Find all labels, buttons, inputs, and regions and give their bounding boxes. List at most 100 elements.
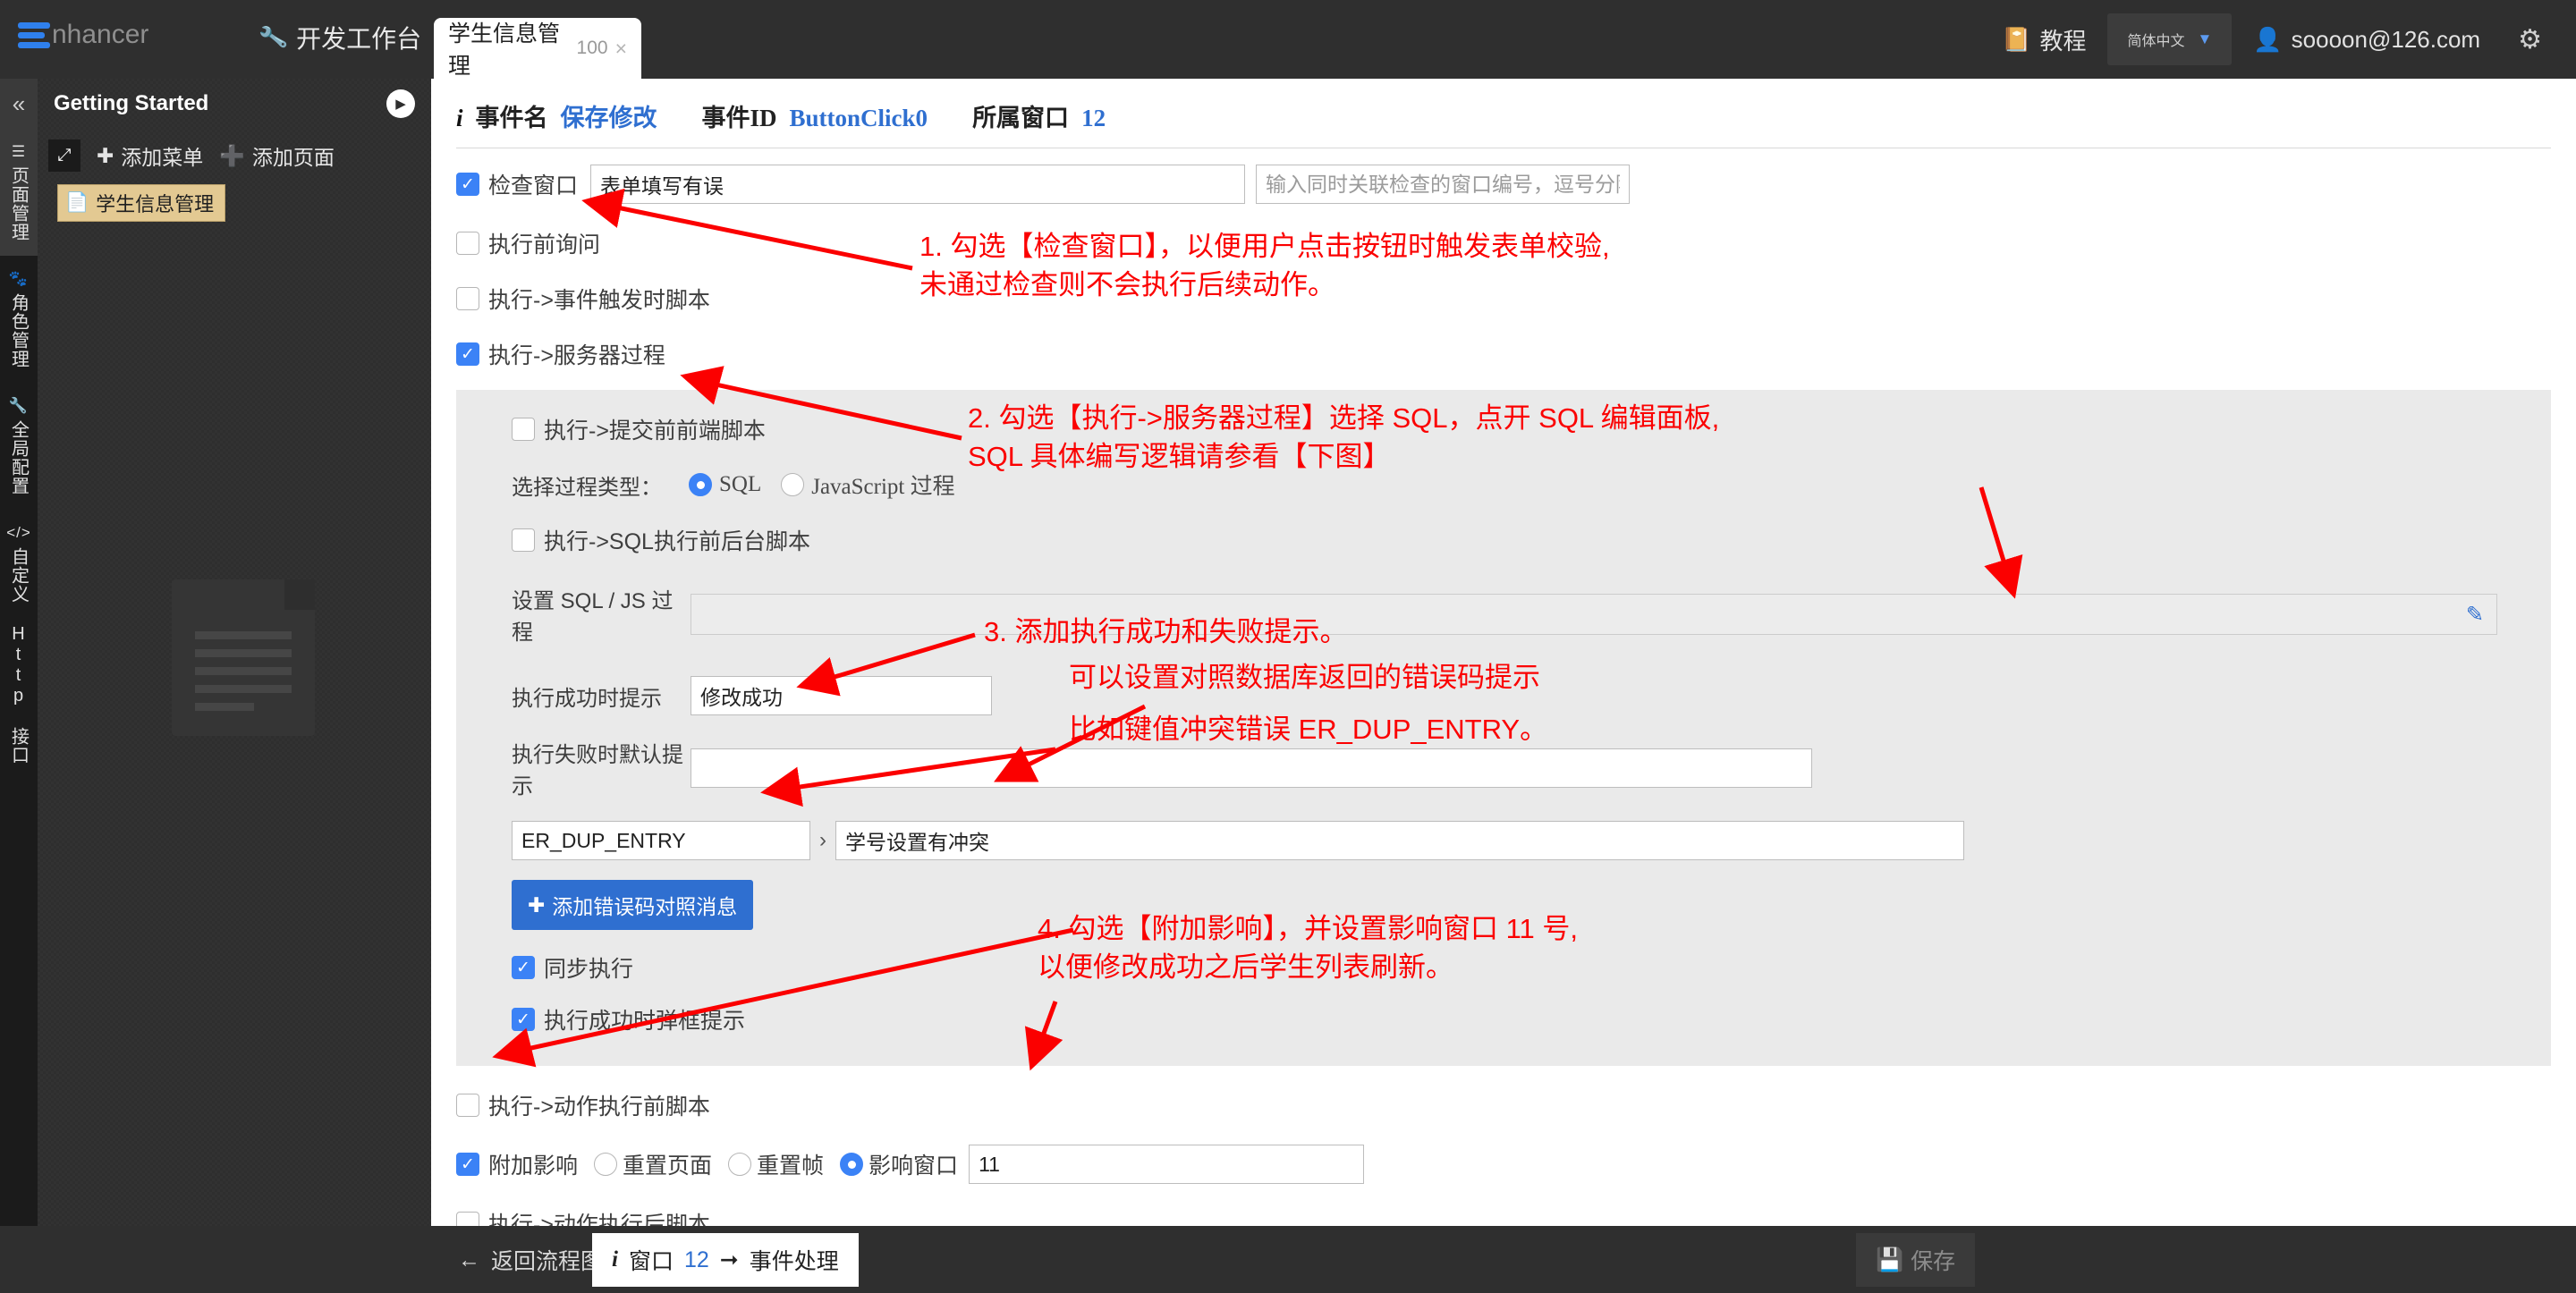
tutorial-button[interactable]: 📔 教程 bbox=[1980, 14, 2107, 64]
post-action-script-checkbox[interactable] bbox=[456, 1212, 479, 1226]
check-window-related-input[interactable] bbox=[1256, 165, 1630, 204]
side-effect-label: 附加影响 bbox=[488, 1148, 578, 1180]
event-id-value: ButtonClick0 bbox=[790, 105, 928, 132]
chevron-right-icon: › bbox=[819, 828, 826, 853]
user-email: soooon@126.com bbox=[2292, 26, 2480, 54]
success-popup-row[interactable]: 执行成功时弹框提示 bbox=[456, 1003, 2551, 1035]
process-type-sql-radio[interactable] bbox=[689, 473, 712, 496]
collapse-rail-button[interactable]: « bbox=[0, 79, 38, 129]
check-window-message-input[interactable] bbox=[590, 165, 1245, 204]
pre-sql-backend-script-label: 执行->SQL执行前后台脚本 bbox=[544, 524, 810, 556]
affect-window-input[interactable] bbox=[969, 1145, 1364, 1184]
dev-workbench-button[interactable]: 🔧 开发工作台 bbox=[259, 20, 421, 55]
reset-page-radio[interactable] bbox=[594, 1153, 617, 1176]
check-window-label: 检查窗口 bbox=[488, 168, 578, 200]
breadcrumb-event-handler[interactable]: i 窗口 12 ➞ 事件处理 bbox=[592, 1233, 859, 1287]
affect-window-radio[interactable] bbox=[840, 1153, 863, 1176]
add-page-button[interactable]: ➕ 添加页面 bbox=[219, 140, 335, 171]
reset-frame-radio[interactable] bbox=[728, 1153, 751, 1176]
save-button[interactable]: 💾 保存 bbox=[1856, 1233, 1975, 1287]
on-trigger-script-label: 执行->事件触发时脚本 bbox=[488, 283, 710, 315]
list-icon: ☰ bbox=[12, 143, 26, 161]
vtab-page-management-label: 页面管理 bbox=[6, 166, 32, 241]
event-name-label: 事件名 bbox=[476, 98, 548, 133]
sql-js-process-label: 设置 SQL / JS 过程 bbox=[512, 583, 691, 646]
add-menu-button[interactable]: ✚ 添加菜单 bbox=[97, 140, 203, 171]
pre-action-script-row[interactable]: 执行->动作执行前脚本 bbox=[431, 1089, 2576, 1121]
check-window-checkbox[interactable] bbox=[456, 173, 479, 196]
tab-title: 学生信息管理 bbox=[448, 16, 570, 80]
on-trigger-script-checkbox[interactable] bbox=[456, 287, 479, 310]
tab-student-info[interactable]: 学生信息管理 100 × bbox=[434, 18, 641, 79]
process-type-js-option[interactable]: JavaScript 过程 bbox=[781, 469, 954, 501]
annotation-3c: 比如键值冲突错误 ER_DUP_ENTRY。 bbox=[1069, 711, 1547, 749]
error-code-input[interactable] bbox=[512, 821, 810, 860]
post-action-script-label: 执行->动作执行后脚本 bbox=[488, 1207, 710, 1226]
info-icon: i bbox=[456, 105, 463, 132]
sql-js-process-field[interactable]: ✎ bbox=[691, 594, 2497, 635]
vtab-custom-http-api-label: 自定义 Http 接口 bbox=[6, 547, 32, 765]
user-account[interactable]: 👤 soooon@126.com bbox=[2232, 14, 2502, 64]
success-tip-input[interactable] bbox=[691, 676, 992, 715]
pre-action-script-checkbox[interactable] bbox=[456, 1094, 479, 1117]
bottom-bar: ← 返回流程图 i 窗口 12 ➞ 事件处理 💾 保存 bbox=[0, 1226, 2576, 1293]
ask-before-checkbox[interactable] bbox=[456, 232, 479, 255]
vtab-global-config-label: 全局配置 bbox=[6, 420, 32, 495]
process-type-label: 选择过程类型： bbox=[512, 469, 662, 501]
sync-exec-label: 同步执行 bbox=[544, 951, 633, 984]
arrow-right-icon: ➞ bbox=[720, 1247, 739, 1273]
pre-action-script-label: 执行->动作执行前脚本 bbox=[488, 1089, 710, 1121]
pre-sql-backend-script-checkbox[interactable] bbox=[512, 528, 535, 552]
pencil-icon[interactable]: ✎ bbox=[2466, 602, 2484, 628]
post-action-script-row[interactable]: 执行->动作执行后脚本 bbox=[431, 1207, 2576, 1226]
side-effect-checkbox[interactable] bbox=[456, 1153, 479, 1176]
book-icon: 📔 bbox=[2002, 26, 2030, 54]
collapse-arrows-icon[interactable]: ⤢ bbox=[48, 139, 80, 172]
plus-circle-icon: ➕ bbox=[219, 144, 245, 168]
annotation-2: 2. 勾选【执行->服务器过程】选择 SQL，点开 SQL 编辑面板, SQL … bbox=[968, 400, 1719, 477]
back-to-flowchart-label: 返回流程图 bbox=[491, 1244, 603, 1276]
process-type-sql-option[interactable]: SQL bbox=[689, 472, 761, 497]
annotation-3: 3. 添加执行成功和失败提示。 bbox=[984, 613, 1347, 652]
left-panel-toolbar: ⤢ ✚ 添加菜单 ➕ 添加页面 bbox=[38, 129, 431, 172]
affect-window-option[interactable]: 影响窗口 bbox=[840, 1148, 958, 1180]
brand-logo-group[interactable]: nhancer bbox=[18, 20, 148, 50]
reset-frame-option[interactable]: 重置帧 bbox=[728, 1148, 824, 1180]
add-error-code-button[interactable]: ✚ 添加错误码对照消息 bbox=[512, 880, 753, 930]
arrow-left-icon: ← bbox=[458, 1247, 480, 1273]
annotation-4: 4. 勾选【附加影响】，并设置影响窗口 11 号, 以便修改成功之后学生列表刷新… bbox=[1038, 910, 1578, 987]
vtab-custom-http-api[interactable]: </> 自定义 Http 接口 bbox=[0, 510, 38, 779]
play-icon[interactable]: ▶ bbox=[386, 89, 415, 118]
error-message-input[interactable] bbox=[835, 821, 1964, 860]
process-type-js-radio[interactable] bbox=[781, 473, 804, 496]
ghost-lines bbox=[195, 631, 292, 721]
process-type-sql-label: SQL bbox=[719, 472, 761, 497]
brand-name: nhancer bbox=[52, 20, 148, 50]
sync-exec-checkbox[interactable] bbox=[512, 956, 535, 979]
pre-submit-script-checkbox[interactable] bbox=[512, 418, 535, 441]
pre-sql-backend-script-row[interactable]: 执行->SQL执行前后台脚本 bbox=[456, 524, 2551, 556]
success-popup-label: 执行成功时弹框提示 bbox=[544, 1003, 745, 1035]
enhancer-logo-icon bbox=[18, 22, 50, 48]
language-selector[interactable]: 简体中文 ▼ bbox=[2107, 13, 2232, 65]
server-process-row[interactable]: 执行->服务器过程 bbox=[431, 338, 2576, 370]
paw-icon: 🐾 bbox=[9, 270, 29, 288]
event-name-value[interactable]: 保存修改 bbox=[561, 98, 657, 133]
close-icon[interactable]: × bbox=[615, 37, 627, 61]
vtab-global-config[interactable]: 🔧 全局配置 bbox=[0, 383, 38, 510]
annotation-1: 1. 勾选【检查窗口】，以便用户点击按钮时触发表单校验, 未通过检查则不会执行后… bbox=[919, 228, 1610, 305]
error-code-row: › bbox=[456, 821, 2551, 860]
vtab-role-management[interactable]: 🐾 角色管理 bbox=[0, 256, 38, 383]
topbar-right-group: 📔 教程 简体中文 ▼ 👤 soooon@126.com ⚙ bbox=[1980, 0, 2558, 79]
page-title: Getting Started bbox=[54, 91, 208, 116]
left-panel: Getting Started ▶ ⤢ ✚ 添加菜单 ➕ 添加页面 📄 学生信息… bbox=[38, 79, 431, 1226]
reset-page-option[interactable]: 重置页面 bbox=[594, 1148, 712, 1180]
page-list-item-student-info[interactable]: 📄 学生信息管理 bbox=[57, 184, 225, 222]
side-effect-row: 附加影响 重置页面 重置帧 影响窗口 bbox=[431, 1145, 2576, 1184]
gears-icon[interactable]: ⚙ bbox=[2502, 24, 2558, 55]
fail-tip-input[interactable] bbox=[691, 748, 1812, 788]
success-popup-checkbox[interactable] bbox=[512, 1008, 535, 1031]
vtab-page-management[interactable]: ☰ 页面管理 bbox=[0, 129, 38, 256]
server-process-checkbox[interactable] bbox=[456, 342, 479, 366]
wrench-icon: 🔧 bbox=[258, 22, 290, 53]
